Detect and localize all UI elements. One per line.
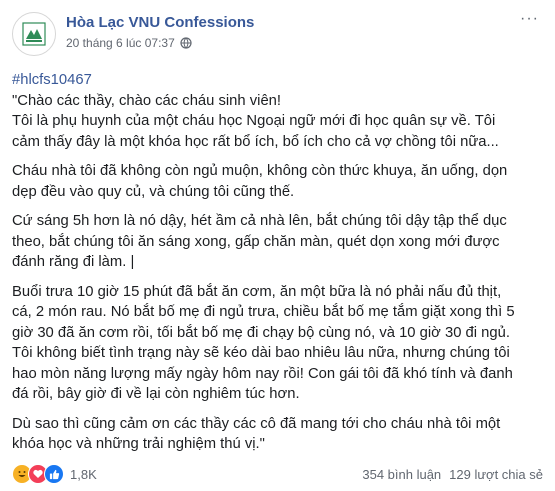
post-paragraph: Cháu nhà tôi đã không còn ngủ muộn, khôn… xyxy=(12,161,543,202)
post-paragraphs: "Chào các thầy, chào các cháu sinh viên!… xyxy=(12,91,543,455)
post-line: Buổi trưa 10 giờ 15 phút đã bắt ăn cơm, … xyxy=(12,283,502,300)
post-header: Hòa Lạc VNU Confessions 20 tháng 6 lúc 0… xyxy=(12,10,543,58)
post-line: giờ 30 đã ăn cơm rồi, tối bắt bố mẹ đi c… xyxy=(12,324,510,341)
post-line: Tôi không biết tình trạng này sẽ kéo dài… xyxy=(12,345,510,361)
vnu-logo-icon xyxy=(22,22,46,46)
post-line: hao mòn năng lượng mấy ngày hôm nay rồi!… xyxy=(12,365,513,382)
post-line: "Chào các thầy, chào các cháu sinh viên! xyxy=(12,92,282,109)
facebook-post: Hòa Lạc VNU Confessions 20 tháng 6 lúc 0… xyxy=(0,0,555,491)
post-line: cảm thấy đây là một khóa học rất bổ ích,… xyxy=(12,133,499,150)
hashtag-link[interactable]: #hlcfs10467 xyxy=(12,70,543,91)
post-line: đánh răng đi làm. | xyxy=(12,254,135,270)
post-paragraph: Dù sao thì cũng cảm ơn các thầy các cô đ… xyxy=(12,414,543,455)
reaction-count: 1,8K xyxy=(70,466,97,482)
post-line: theo, bắt chúng tôi ăn sáng xong, gấp ch… xyxy=(12,233,500,250)
globe-icon xyxy=(180,37,192,49)
post-line: Cứ sáng 5h hơn là nó dậy, hét ầm cả nhà … xyxy=(12,213,507,229)
page-name-link[interactable]: Hòa Lạc VNU Confessions xyxy=(66,14,254,32)
post-paragraph: Cứ sáng 5h hơn là nó dậy, hét ầm cả nhà … xyxy=(12,211,543,273)
post-paragraph: Buổi trưa 10 giờ 15 phút đã bắt ăn cơm, … xyxy=(12,282,543,405)
post-line: đá rồi, bây giờ đi về lại còn nghiêm túc… xyxy=(12,386,300,402)
post-footer: 1,8K 354 bình luận 129 lượt chia sẻ xyxy=(12,463,543,485)
post-line: Tôi là phụ huynh của một cháu học Ngoại … xyxy=(12,113,496,129)
post-line: khóa học và những trải nghiệm thú vị." xyxy=(12,436,265,452)
shares-count-link[interactable]: 129 lượt chia sẻ xyxy=(449,467,543,482)
like-icon xyxy=(44,464,64,484)
reaction-summary[interactable]: 1,8K xyxy=(12,464,97,484)
post-line: Cháu nhà tôi đã không còn ngủ muộn, khôn… xyxy=(12,163,508,179)
page-avatar[interactable] xyxy=(12,12,56,56)
post-body: #hlcfs10467 "Chào các thầy, chào các chá… xyxy=(12,70,543,455)
post-paragraph: "Chào các thầy, chào các cháu sinh viên!… xyxy=(12,91,543,153)
post-line: Dù sao thì cũng cảm ơn các thầy các cô đ… xyxy=(12,415,501,432)
more-options-icon[interactable]: ··· xyxy=(520,10,539,28)
post-line: dẹp đều vào quy củ, và chúng tôi cũng th… xyxy=(12,183,295,200)
post-line: cá, 2 món rau. Nó bắt bố mẹ đi ngủ trưa,… xyxy=(12,304,515,320)
post-timestamp[interactable]: 20 tháng 6 lúc 07:37 xyxy=(66,36,175,50)
comments-count-link[interactable]: 354 bình luận xyxy=(362,467,441,482)
